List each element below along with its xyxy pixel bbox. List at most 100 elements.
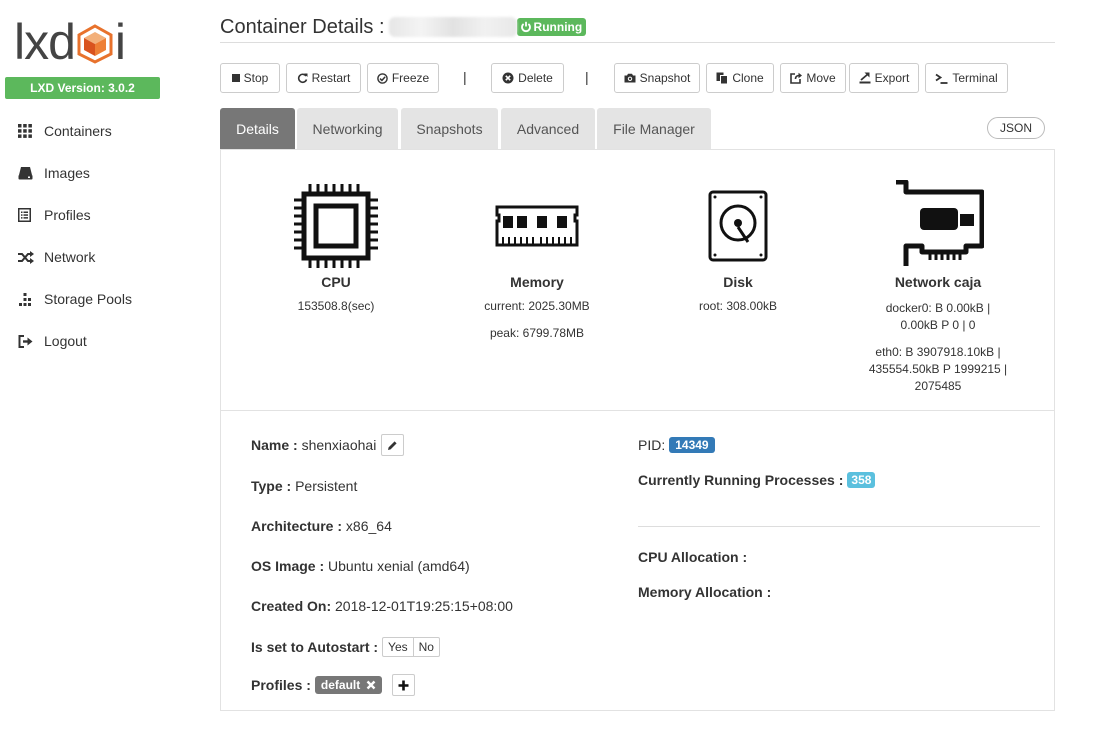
sidebar-nav: Containers Images Profiles Network Stora… (18, 110, 132, 362)
remove-profile-icon[interactable] (366, 680, 376, 690)
memory-allocation-label: Memory Allocation : (638, 584, 772, 600)
autostart-no-button[interactable]: No (412, 638, 439, 656)
stop-button[interactable]: Stop (220, 63, 280, 93)
processes-field: Currently Running Processes : 358 (638, 472, 876, 488)
clone-button[interactable]: Clone (706, 63, 774, 93)
network-docker0-line2: 0.00kB P 0 | 0 (900, 318, 976, 332)
copy-icon (716, 72, 729, 84)
pid-label: PID: (638, 437, 666, 453)
type-field: Type : Persistent (251, 478, 357, 494)
tab-advanced[interactable]: Advanced (501, 108, 595, 149)
os-image-label: OS Image : (251, 558, 325, 574)
sidebar-item-storage-pools[interactable]: Storage Pools (18, 278, 132, 320)
snapshot-label: Snapshot (639, 71, 691, 85)
add-profile-button[interactable] (392, 674, 416, 696)
export-button[interactable]: Export (849, 63, 919, 93)
sidebar-item-containers[interactable]: Containers (18, 110, 132, 152)
type-value: Persistent (295, 478, 358, 494)
edit-name-button[interactable] (381, 434, 405, 456)
disk-root: root: 308.00kB (698, 299, 778, 313)
cube-logo-icon (77, 24, 113, 64)
grid-icon (18, 124, 44, 138)
pid-field: PID: 14349 (638, 437, 715, 453)
toolbar-separator: | (585, 69, 589, 85)
network-eth0-line1: eth0: B 3907918.10kB | (875, 345, 1001, 359)
move-button[interactable]: Move (780, 63, 846, 93)
os-image-field: OS Image : Ubuntu xenial (amd64) (251, 558, 470, 574)
name-label: Name : (251, 437, 298, 453)
page-title: Container Details : (220, 16, 385, 38)
stop-label: Stop (243, 71, 269, 85)
disk-stat: Disk root: 308.00kB (678, 184, 798, 315)
network-eth0: eth0: B 3907918.10kB | 435554.50kB P 199… (858, 344, 1018, 395)
network-docker0: docker0: B 0.00kB | 0.00kB P 0 | 0 (858, 300, 1018, 334)
restart-label: Restart (311, 71, 351, 85)
cpu-label: CPU (321, 274, 351, 290)
autostart-toggle: Yes No (382, 637, 440, 657)
restart-button[interactable]: Restart (286, 63, 361, 93)
sidebar-item-network[interactable]: Network (18, 236, 132, 278)
profile-tag: default (314, 676, 383, 694)
terminal-button[interactable]: Terminal (925, 63, 1008, 93)
created-on-label: Created On: (251, 598, 332, 614)
cpu-allocation-field: CPU Allocation : (638, 549, 747, 565)
sidebar-item-label: Profiles (44, 207, 91, 223)
title-row: Container Details : Running (220, 14, 1055, 43)
os-image-value: Ubuntu xenial (amd64) (328, 558, 470, 574)
terminal-label: Terminal (952, 71, 998, 85)
architecture-label: Architecture : (251, 518, 343, 534)
logo-text-right: i (114, 14, 126, 70)
plus-icon (398, 680, 409, 690)
architecture-field: Architecture : x86_64 (251, 518, 392, 534)
move-label: Move (806, 71, 836, 85)
sidebar-item-label: Logout (44, 333, 87, 349)
sidebar-item-profiles[interactable]: Profiles (18, 194, 132, 236)
list-icon (18, 208, 44, 222)
check-circle-icon (377, 72, 388, 84)
autostart-yes-button[interactable]: Yes (383, 638, 413, 656)
sidebar: lxd i LXD Version: 3.0.2 Containers Imag… (0, 0, 190, 736)
disk-label: Disk (723, 274, 753, 290)
sidebar-item-images[interactable]: Images (18, 152, 132, 194)
memory-allocation-field: Memory Allocation : (638, 584, 771, 600)
share-icon (790, 72, 803, 84)
profiles-label: Profiles : (251, 677, 311, 693)
sidebar-item-label: Images (44, 165, 90, 181)
stop-icon (231, 74, 240, 82)
status-text: Running (533, 20, 583, 34)
tab-details[interactable]: Details (220, 108, 295, 149)
tab-snapshots[interactable]: Snapshots (401, 108, 498, 149)
drive-icon (18, 166, 44, 180)
terminal-icon (935, 73, 948, 84)
freeze-label: Freeze (391, 71, 430, 85)
name-field: Name : shenxiaohai (251, 434, 405, 456)
memory-stat: Memory current: 2025.30MB peak: 6799.78M… (467, 184, 607, 342)
sidebar-item-label: Containers (44, 123, 112, 139)
sidebar-item-label: Network (44, 249, 96, 265)
snapshot-button[interactable]: Snapshot (614, 63, 700, 93)
lxdui-logo[interactable]: lxd i (14, 14, 126, 70)
power-icon (520, 21, 531, 33)
export-label: Export (874, 71, 910, 85)
cpu-stat: CPU 153508.8(sec) (276, 184, 396, 315)
tab-networking[interactable]: Networking (297, 108, 398, 149)
export-icon (859, 72, 871, 84)
type-label: Type : (251, 478, 292, 494)
network-card-icon (896, 180, 984, 266)
network-stat: Network caja docker0: B 0.00kB | 0.00kB … (858, 180, 1018, 395)
json-button[interactable]: JSON (987, 117, 1045, 139)
network-docker0-line1: docker0: B 0.00kB | (885, 301, 991, 315)
shuffle-icon (18, 250, 44, 264)
pencil-icon (388, 440, 397, 450)
right-divider (638, 526, 1040, 527)
cpu-value: 153508.8(sec) (297, 299, 375, 313)
autostart-field: Is set to Autostart : Yes No (251, 637, 440, 657)
delete-button[interactable]: Delete (491, 63, 564, 93)
logout-icon (18, 334, 44, 348)
autostart-label: Is set to Autostart : (251, 639, 379, 655)
clone-label: Clone (732, 71, 764, 85)
tab-file-manager[interactable]: File Manager (597, 108, 711, 149)
sidebar-item-logout[interactable]: Logout (18, 320, 132, 362)
freeze-button[interactable]: Freeze (367, 63, 439, 93)
network-label: Network caja (894, 274, 982, 290)
